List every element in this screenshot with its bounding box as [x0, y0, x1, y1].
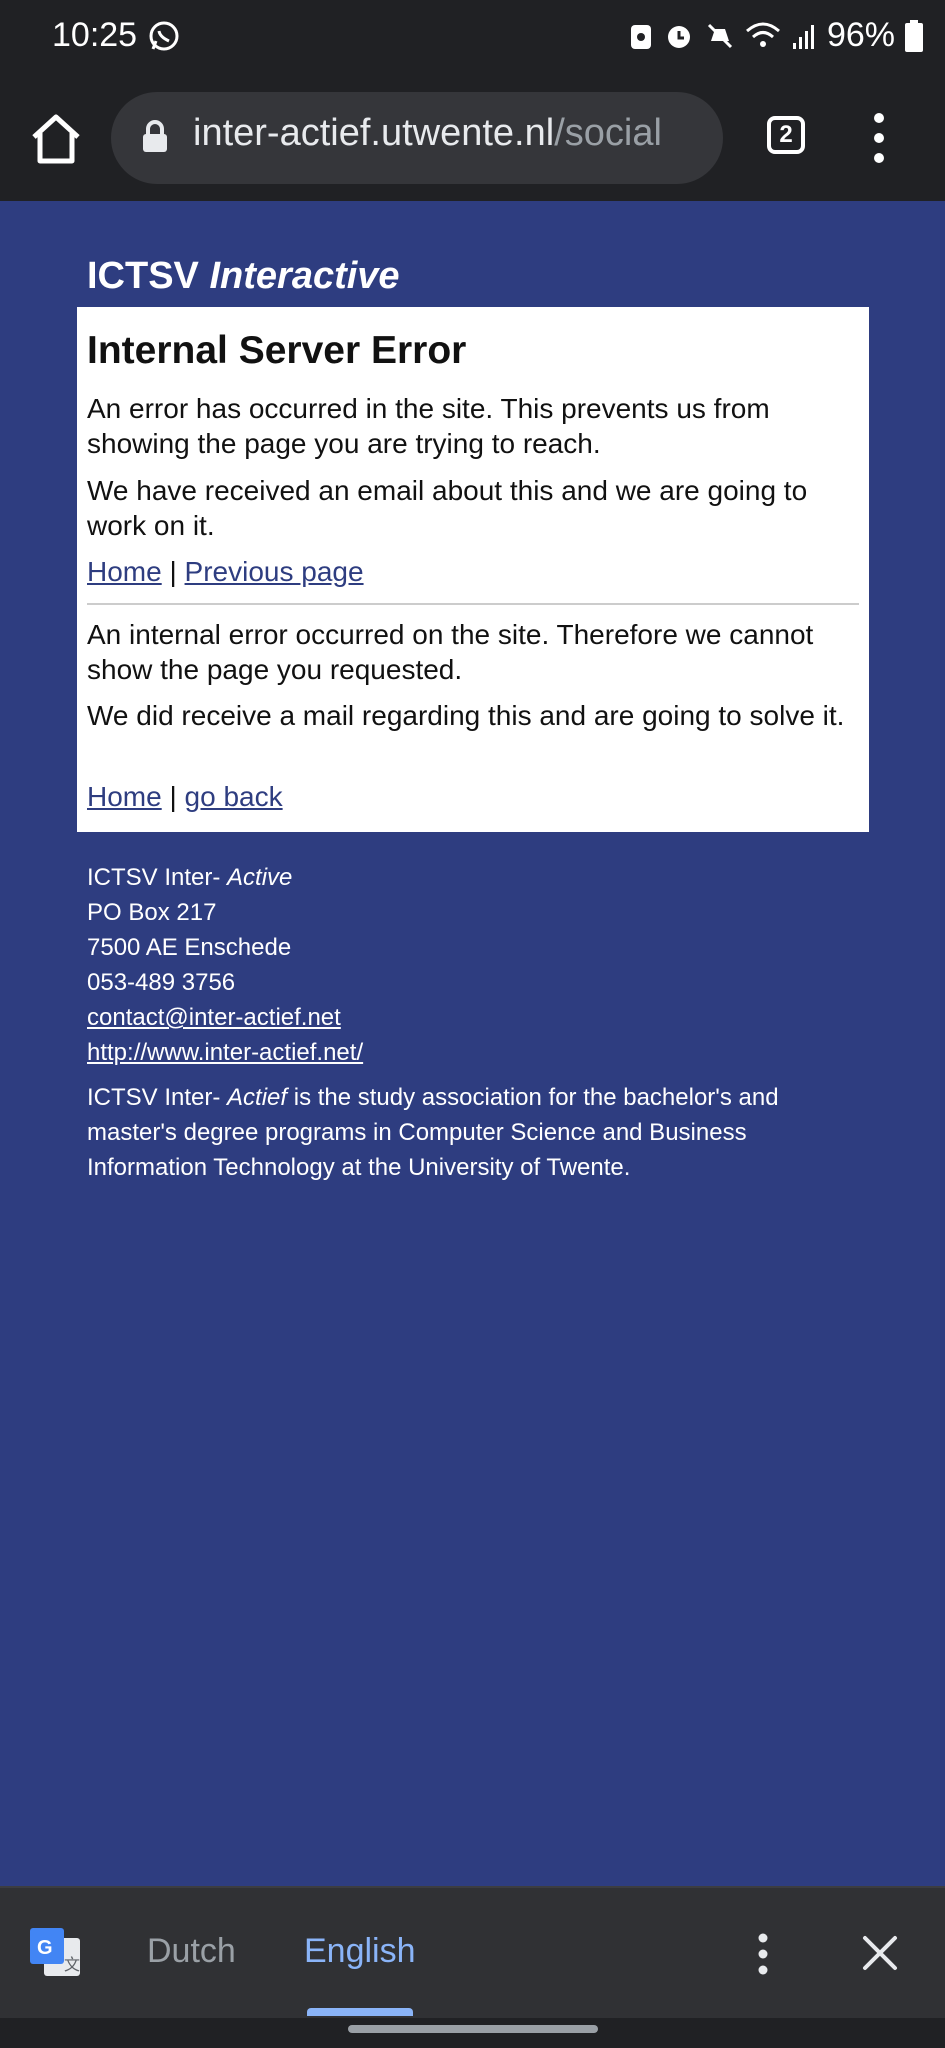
site-title-plain: ICTSV: [87, 255, 199, 297]
battery-percent: 96%: [826, 16, 895, 54]
home-link-2[interactable]: Home: [87, 781, 162, 812]
url-text[interactable]: inter-actief.utwente.nl/social: [193, 112, 703, 155]
status-bar: 10:25 96%: [0, 0, 945, 75]
error-message-1: An error has occurred in the site. This …: [87, 393, 770, 459]
error-message-3: An internal error occurred on the site. …: [87, 619, 814, 685]
error-links-1: Home | Previous page: [87, 556, 364, 588]
svg-text:文: 文: [64, 1955, 80, 1974]
more-options-icon[interactable]: [864, 109, 894, 167]
error-heading: Internal Server Error: [87, 329, 467, 372]
alarm-icon: [667, 25, 690, 48]
go-back-link[interactable]: go back: [185, 781, 283, 812]
footer-phone: 053-489 3756: [87, 969, 236, 996]
signal-icon: [792, 24, 814, 49]
nfc-icon: [630, 24, 651, 49]
footer-po-box: PO Box 217: [87, 899, 217, 926]
footer-org-name: ICTSV Inter- Active: [87, 864, 293, 891]
wifi-icon: [745, 22, 780, 47]
address-bar[interactable]: inter-actief.utwente.nl/social: [111, 92, 723, 184]
svg-text:G: G: [37, 1937, 53, 1959]
footer-website-link[interactable]: http://www.inter-actief.net/: [87, 1039, 363, 1066]
site-title-italic: Interactive: [209, 255, 400, 297]
status-icons: 96%: [629, 16, 923, 55]
error-links-2: Home | go back: [87, 781, 283, 813]
lock-icon[interactable]: [141, 120, 169, 159]
mute-icon: [707, 23, 732, 48]
close-icon[interactable]: [862, 1935, 898, 1971]
browser-toolbar: inter-actief.utwente.nl/social 2: [0, 75, 945, 201]
footer-email-link[interactable]: contact@inter-actief.net: [87, 1004, 341, 1031]
source-language-tab[interactable]: Dutch: [147, 1932, 236, 1971]
whatsapp-icon: [148, 20, 180, 57]
divider: [87, 603, 859, 605]
footer: ICTSV Inter- Active PO Box 217 7500 AE E…: [87, 860, 847, 1185]
error-panel: Internal Server Error An error has occur…: [77, 307, 869, 832]
translate-options-icon[interactable]: [748, 1930, 778, 1978]
google-translate-icon[interactable]: G文: [30, 1928, 82, 1978]
error-message-4: We did receive a mail regarding this and…: [87, 700, 845, 731]
error-message-2: We have received an email about this and…: [87, 475, 808, 541]
battery-icon: [905, 19, 923, 52]
tab-switcher-button[interactable]: 2: [767, 116, 805, 154]
url-path: /social: [554, 112, 662, 154]
status-time: 10:25: [52, 16, 138, 54]
link-separator-2: |: [169, 781, 177, 812]
link-separator: |: [169, 556, 177, 587]
target-language-tab[interactable]: English: [304, 1932, 416, 1971]
translate-bar: G文 Dutch English: [0, 1886, 945, 2020]
site-title: ICTSV Interactive: [87, 255, 400, 298]
home-link[interactable]: Home: [87, 556, 162, 587]
url-host: inter-actief.utwente.nl: [193, 112, 555, 154]
gesture-handle[interactable]: [348, 2025, 598, 2033]
home-icon[interactable]: [28, 113, 84, 165]
footer-about: ICTSV Inter- Actief is the study associa…: [87, 1084, 779, 1181]
footer-city: 7500 AE Enschede: [87, 934, 292, 961]
previous-page-link[interactable]: Previous page: [185, 556, 364, 587]
selected-language-indicator: [307, 2008, 413, 2016]
system-nav-bar: [0, 2018, 945, 2048]
